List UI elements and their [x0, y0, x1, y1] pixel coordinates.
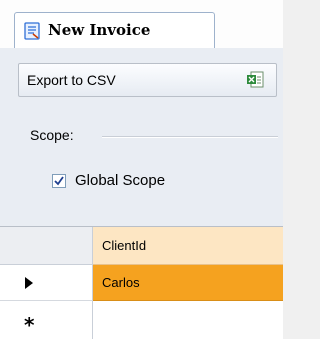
tab-label: New Invoice	[48, 21, 151, 39]
global-scope-label[interactable]: Global Scope	[75, 172, 165, 189]
scope-divider	[102, 136, 278, 138]
tab-strip: New Invoice	[0, 0, 283, 49]
data-grid: ClientId Carlos *	[0, 226, 283, 339]
column-header-clientid[interactable]: ClientId	[93, 227, 283, 265]
invoice-form-icon	[23, 22, 41, 40]
export-button-label: Export to CSV	[27, 72, 116, 88]
table-row[interactable]: Carlos	[93, 265, 283, 301]
tab-new-invoice[interactable]: New Invoice	[14, 12, 215, 48]
cell-clientid[interactable]: Carlos	[102, 275, 140, 290]
row-pointer-icon	[25, 277, 33, 289]
grid-corner-cell[interactable]	[0, 227, 93, 265]
export-to-csv-button[interactable]: Export to CSV	[18, 63, 277, 97]
column-header-label: ClientId	[102, 238, 147, 253]
new-row-header[interactable]: *	[0, 301, 93, 339]
new-row-cell[interactable]	[93, 301, 283, 339]
excel-file-icon	[246, 71, 264, 89]
row-header[interactable]	[0, 265, 93, 301]
scope-group-label: Scope:	[30, 127, 74, 143]
asterisk-icon: *	[24, 313, 35, 337]
global-scope-checkbox[interactable]	[52, 174, 66, 188]
checkmark-icon	[54, 176, 64, 186]
